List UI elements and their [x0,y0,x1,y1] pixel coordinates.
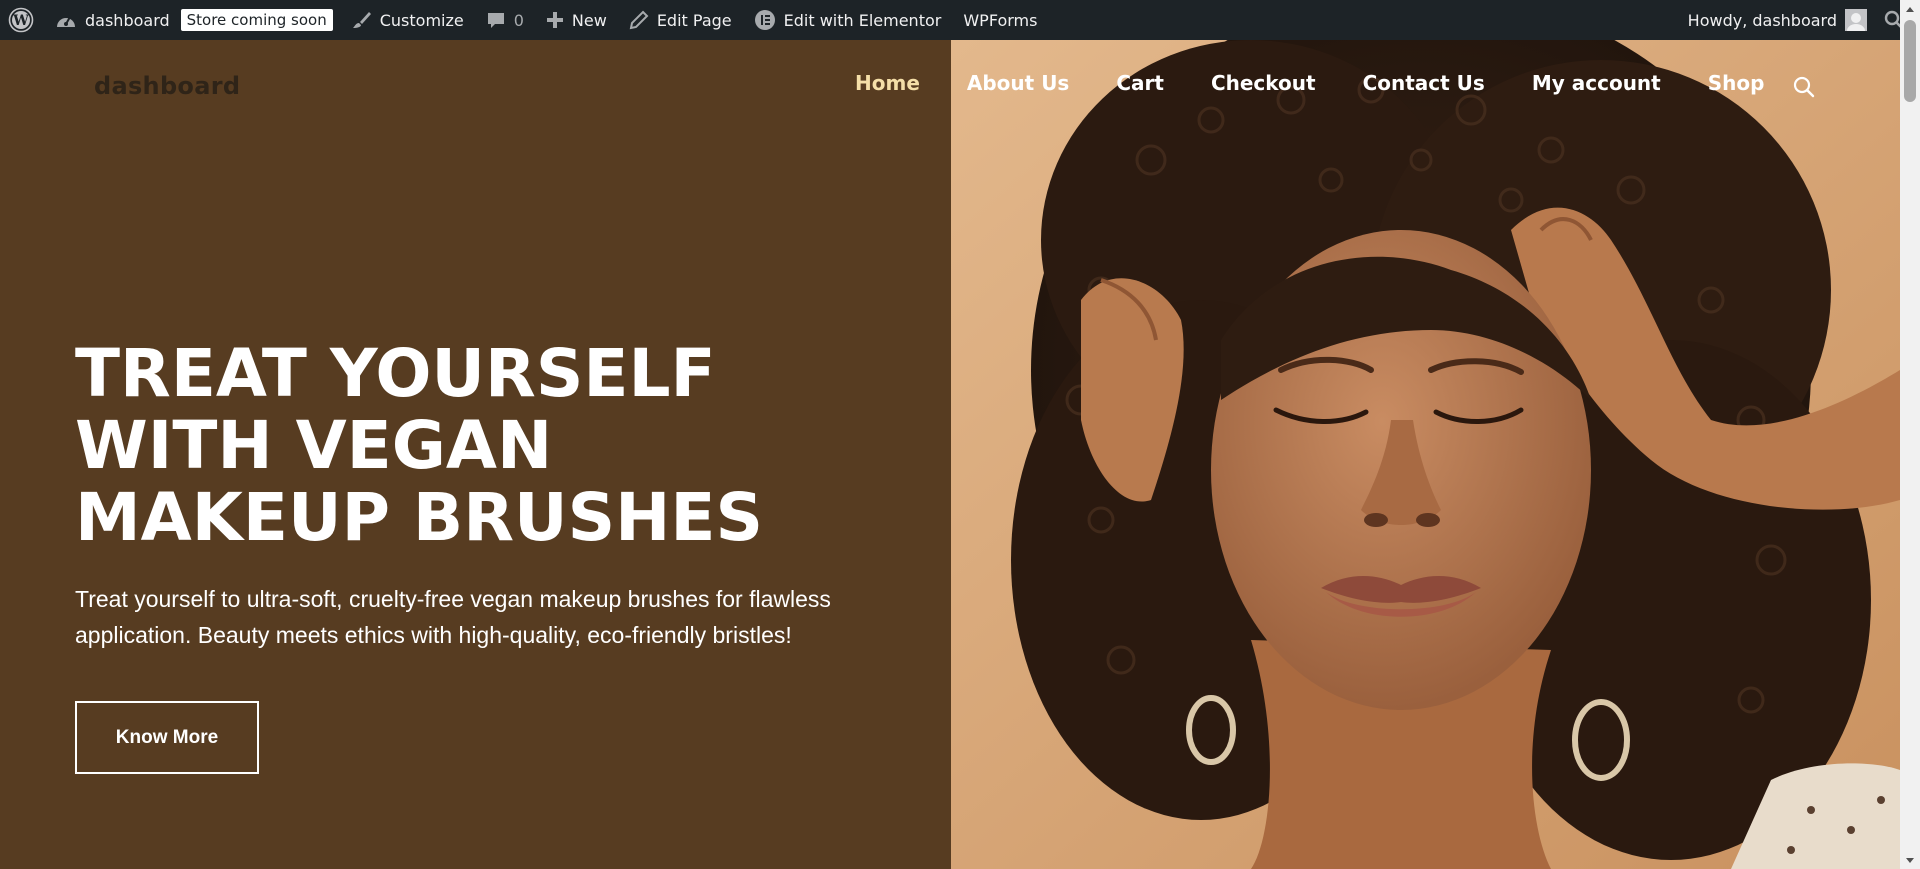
svg-text:W: W [12,13,29,29]
hero-title: TREAT YOURSELF WITH VEGAN MAKEUP BRUSHES [75,338,895,554]
header-search-button[interactable] [1792,75,1816,104]
wordpress-logo-icon: W [8,7,34,33]
nav-item-contact-us[interactable]: Contact Us [1363,70,1485,96]
plus-icon [546,12,563,28]
site-name-label: dashboard [85,10,170,30]
hero-photo [951,40,1900,869]
avatar [1845,9,1867,31]
paintbrush-icon [352,12,371,28]
hero-title-line-2: WITH VEGAN [75,407,553,484]
pencil-icon [629,10,649,30]
hero-title-line-3: MAKEUP BRUSHES [75,479,764,556]
my-account-menu[interactable]: Howdy, dashboard [1677,0,1878,40]
scrollbar-thumb[interactable] [1904,20,1916,102]
nav-item-home[interactable]: Home [855,70,920,96]
howdy-label: Howdy, dashboard [1687,10,1837,30]
comment-icon [487,13,504,28]
scroll-down-icon [1906,857,1914,863]
store-coming-soon-item[interactable]: Store coming soon [180,0,341,40]
nav-item-checkout[interactable]: Checkout [1211,70,1316,96]
wpforms-menu[interactable]: WPForms [952,0,1048,40]
customize-label: Customize [379,10,464,30]
wpforms-label: WPForms [963,10,1038,30]
woman-portrait-illustration [951,40,1900,869]
site-name-menu[interactable]: dashboard [44,0,181,40]
admin-bar-right: Howdy, dashboard [1677,0,1920,40]
comments-count: 0 [513,10,524,30]
scroll-down-arrow[interactable] [1900,852,1920,869]
comments-button[interactable]: 0 [475,0,535,40]
store-coming-soon-badge: Store coming soon [180,9,333,31]
elementor-icon [754,10,775,30]
admin-bar-left: W dashboard Store coming soon Customize [0,0,1048,40]
customize-button[interactable]: Customize [341,0,475,40]
nav-item-about-us[interactable]: About Us [967,70,1069,96]
main-navigation: Home About Us Cart Checkout Contact Us M… [855,70,1811,96]
edit-elementor-label: Edit with Elementor [783,10,942,30]
hero-section: dashboard Home About Us Cart Checkout Co… [0,40,1900,869]
hero-description: Treat yourself to ultra-soft, cruelty-fr… [75,586,831,648]
hero-title-line-1: TREAT YOURSELF [75,335,716,412]
nav-item-cart[interactable]: Cart [1116,70,1164,96]
edit-page-label: Edit Page [656,10,732,30]
new-content-button[interactable]: New [535,0,618,40]
nav-item-my-account[interactable]: My account [1532,70,1661,96]
edit-with-elementor-button[interactable]: Edit with Elementor [743,0,953,40]
wp-admin-bar: W dashboard Store coming soon Customize [0,0,1920,40]
nav-item-shop[interactable]: Shop [1708,70,1765,96]
site-logo[interactable]: dashboard [94,72,240,100]
new-label: New [571,10,607,30]
wordpress-menu[interactable]: W [0,0,44,40]
page-scrollbar[interactable] [1900,0,1920,869]
scroll-up-icon [1906,6,1914,12]
know-more-button[interactable]: Know More [75,701,259,774]
edit-page-button[interactable]: Edit Page [618,0,743,40]
scroll-up-arrow[interactable] [1900,0,1920,17]
search-icon [1793,76,1815,98]
dashboard-icon [57,16,75,27]
